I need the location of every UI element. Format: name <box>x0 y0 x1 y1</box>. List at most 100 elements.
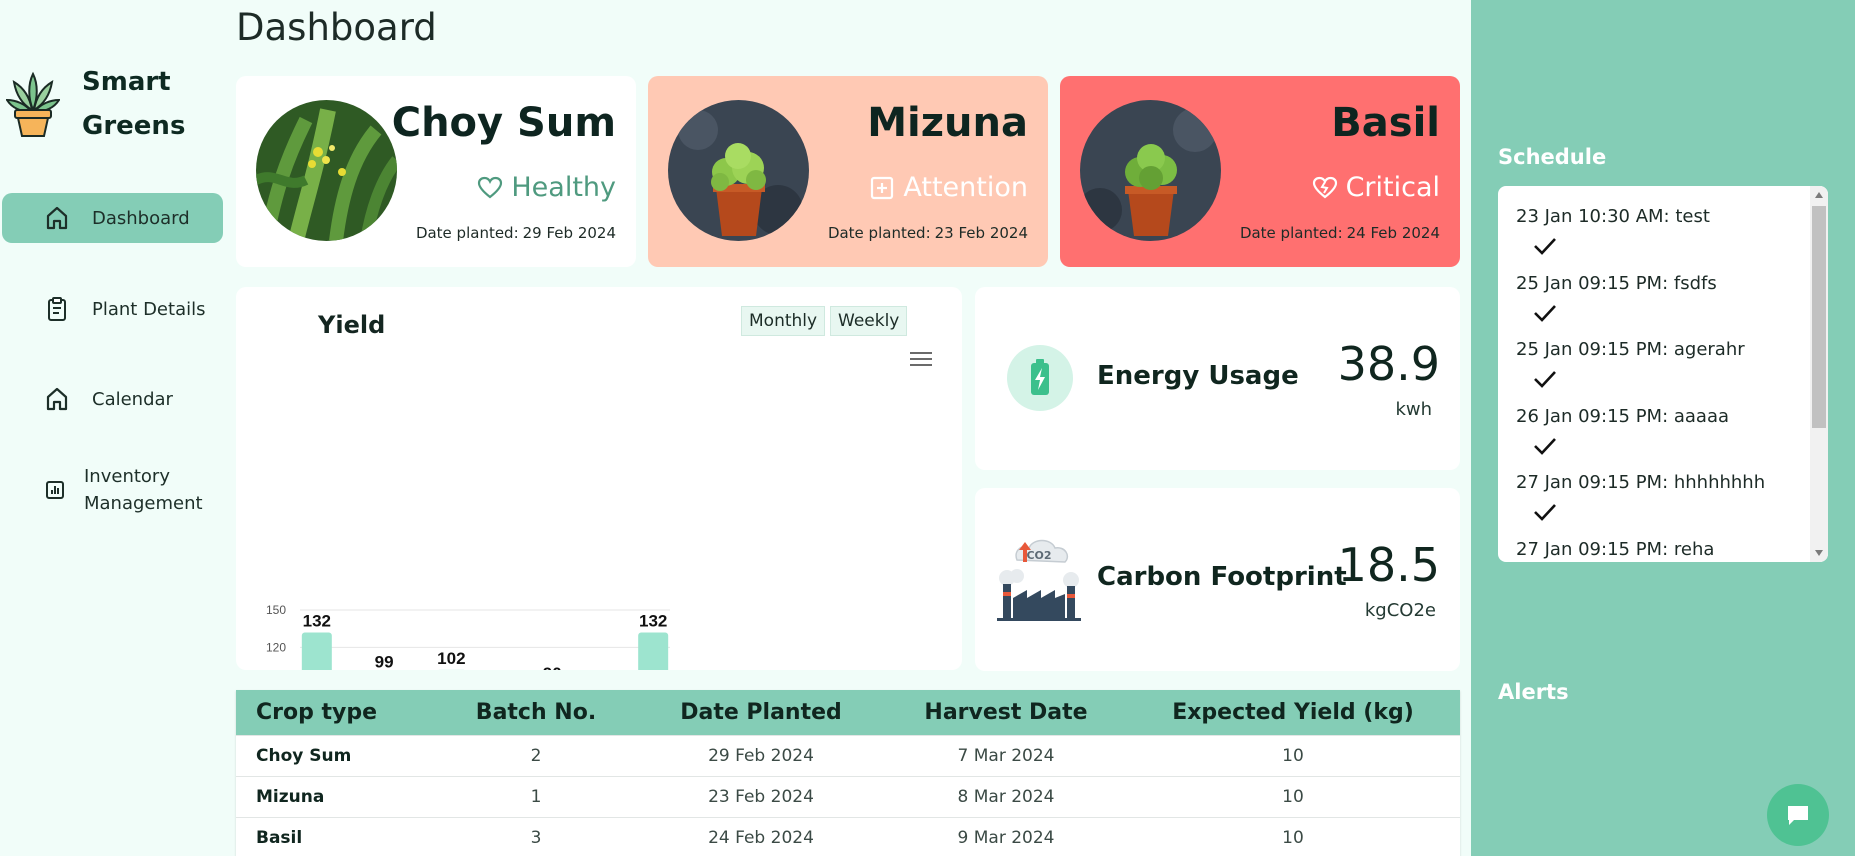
plant-name: Basil <box>1331 100 1440 146</box>
schedule-item[interactable]: 23 Jan 10:30 AM: test <box>1516 204 1806 271</box>
plant-status: Healthy <box>477 172 616 203</box>
bar-segment <box>301 632 332 670</box>
battery-charging-icon <box>1007 345 1073 411</box>
plant-photo-basil <box>1080 100 1221 241</box>
schedule-scrollbar[interactable] <box>1810 186 1828 562</box>
co2-factory-icon: CO2 <box>997 539 1081 621</box>
cell-expected-yield: 10 <box>1126 734 1460 776</box>
plant-photo-mizuna <box>668 100 809 241</box>
plant-date-label: Date planted: <box>1239 224 1343 242</box>
nav-item-plant-details[interactable]: Plant Details <box>2 284 223 334</box>
plant-card-mizuna[interactable]: Mizuna Attention Date planted: 23 Feb 202… <box>648 76 1048 267</box>
table-row[interactable]: Choy Sum 2 29 Feb 2024 7 Mar 2024 10 <box>236 734 1460 776</box>
plant-date-value: 24 Feb 2024 <box>1346 224 1440 242</box>
scroll-down-arrow-icon[interactable] <box>1815 550 1823 556</box>
cell-harvest-date: 8 Mar 2024 <box>886 775 1126 817</box>
plant-name: Choy Sum <box>391 100 616 146</box>
plant-card-basil[interactable]: Basil Critical Date planted: 24 Feb 2024 <box>1060 76 1460 267</box>
broken-heart-icon <box>1312 176 1337 198</box>
checkmark-icon <box>1534 371 1556 388</box>
nav-item-dashboard[interactable]: Dashboard <box>2 193 223 243</box>
schedule-item[interactable]: 25 Jan 09:15 PM: agerahr <box>1516 337 1806 404</box>
crop-table: Crop type Batch No. Date Planted Harvest… <box>236 690 1460 856</box>
energy-usage-card: Energy Usage 38.9 kwh <box>975 287 1460 470</box>
header-harvest-date[interactable]: Harvest Date <box>886 690 1126 735</box>
plant-status: Critical <box>1312 172 1440 203</box>
header-date-planted[interactable]: Date Planted <box>636 690 886 735</box>
bar-segment <box>638 632 669 670</box>
header-crop-type[interactable]: Crop type <box>236 690 436 735</box>
schedule-item[interactable]: 26 Jan 09:15 PM: aaaaa <box>1516 404 1806 471</box>
brand-name-line2: Greens <box>82 111 186 141</box>
header-expected-yield[interactable]: Expected Yield (kg) <box>1126 690 1460 735</box>
plant-date-value: 29 Feb 2024 <box>522 224 616 242</box>
cell-harvest-date: 9 Mar 2024 <box>886 816 1126 856</box>
chat-button[interactable] <box>1767 784 1829 846</box>
schedule-item[interactable]: 27 Jan 09:15 PM: hhhhhhhh <box>1516 470 1806 537</box>
y-tick-label: 120 <box>266 640 286 654</box>
header-batch-no[interactable]: Batch No. <box>436 690 636 735</box>
table-row[interactable]: Mizuna 1 23 Feb 2024 8 Mar 2024 10 <box>236 775 1460 817</box>
cell-batch-no: 2 <box>436 734 636 776</box>
yield-card: Yield Monthly Weekly 0306090120150132Jan… <box>236 287 962 670</box>
scroll-up-arrow-icon[interactable] <box>1815 192 1823 198</box>
alerts-heading: Alerts <box>1498 680 1569 704</box>
nav-item-calendar[interactable]: Calendar <box>2 374 223 424</box>
schedule-item[interactable]: 25 Jan 09:15 PM: fsdfs <box>1516 271 1806 338</box>
plant-name: Mizuna <box>867 100 1028 146</box>
plant-card-choy-sum[interactable]: Choy Sum Healthy Date planted: 29 Feb 202… <box>236 76 636 267</box>
carbon-footprint-unit: kgCO2e <box>1364 600 1436 621</box>
brand-name-line1: Smart <box>82 67 171 97</box>
right-panel: Schedule 23 Jan 10:30 AM: test 25 Jan 09… <box>1471 0 1855 856</box>
table-header-row: Crop type Batch No. Date Planted Harvest… <box>236 690 1460 735</box>
chat-icon <box>1788 806 1808 825</box>
data-label: 132 <box>639 611 667 630</box>
plant-photo-choy-sum <box>256 100 397 241</box>
cell-expected-yield: 10 <box>1126 775 1460 817</box>
cell-crop-type: Mizuna <box>236 775 436 817</box>
nav-item-inventory-management[interactable]: Inventory Management <box>2 462 223 518</box>
nav-label-inventory-management: Inventory Management <box>84 463 203 517</box>
plant-status-label: Attention <box>903 172 1028 203</box>
bar-chart-icon <box>42 477 68 503</box>
carbon-footprint-label: Carbon Footprint <box>1097 562 1347 592</box>
home-icon <box>44 205 70 231</box>
data-label: 99 <box>375 653 394 670</box>
schedule-item[interactable]: 27 Jan 09:15 PM: reha <box>1516 537 1806 563</box>
schedule-item-text: 26 Jan 09:15 PM: aaaaa <box>1516 405 1730 427</box>
checkmark-icon <box>1534 304 1556 322</box>
schedule-list-box[interactable]: 23 Jan 10:30 AM: test 25 Jan 09:15 PM: f… <box>1498 186 1828 562</box>
schedule-item-text: 25 Jan 09:15 PM: fsdfs <box>1516 272 1717 294</box>
checkmark-icon <box>1534 504 1556 521</box>
checkmark-icon <box>1534 238 1556 255</box>
table-row[interactable]: Basil 3 24 Feb 2024 9 Mar 2024 10 <box>236 816 1460 856</box>
brand-name: Smart Greens <box>82 60 185 148</box>
home-icon <box>44 386 70 412</box>
nav-label-plant-details: Plant Details <box>92 298 206 320</box>
checkmark-icon <box>1534 437 1556 455</box>
plant-date: Date planted: 23 Feb 2024 <box>828 224 1028 242</box>
y-tick-label: 150 <box>266 603 286 617</box>
cell-date-planted: 24 Feb 2024 <box>636 816 886 856</box>
cell-crop-type: Basil <box>236 816 436 856</box>
potted-plant-logo-icon <box>6 71 60 137</box>
nav-label-dashboard: Dashboard <box>92 207 190 229</box>
brand: Smart Greens <box>6 60 185 148</box>
plant-status-label: Critical <box>1345 172 1440 203</box>
scroll-thumb[interactable] <box>1812 206 1826 428</box>
nav-label-calendar: Calendar <box>92 388 173 410</box>
schedule-list: 23 Jan 10:30 AM: test 25 Jan 09:15 PM: f… <box>1516 204 1806 562</box>
clipboard-icon <box>44 296 70 322</box>
data-label: 102 <box>437 649 465 668</box>
energy-usage-value: 38.9 <box>1337 337 1440 391</box>
cell-batch-no: 1 <box>436 775 636 817</box>
first-aid-icon <box>871 176 894 199</box>
energy-usage-label: Energy Usage <box>1097 361 1299 391</box>
sidebar: Smart Greens Dashboard Plant Details Cal… <box>0 0 230 856</box>
cell-expected-yield: 10 <box>1126 816 1460 856</box>
schedule-heading: Schedule <box>1498 145 1607 169</box>
plant-date-value: 23 Feb 2024 <box>934 224 1028 242</box>
data-label: 90 <box>543 664 562 670</box>
schedule-item-text: 27 Jan 09:15 PM: hhhhhhhh <box>1516 472 1766 493</box>
schedule-item-text: 27 Jan 09:15 PM: reha <box>1516 538 1715 560</box>
